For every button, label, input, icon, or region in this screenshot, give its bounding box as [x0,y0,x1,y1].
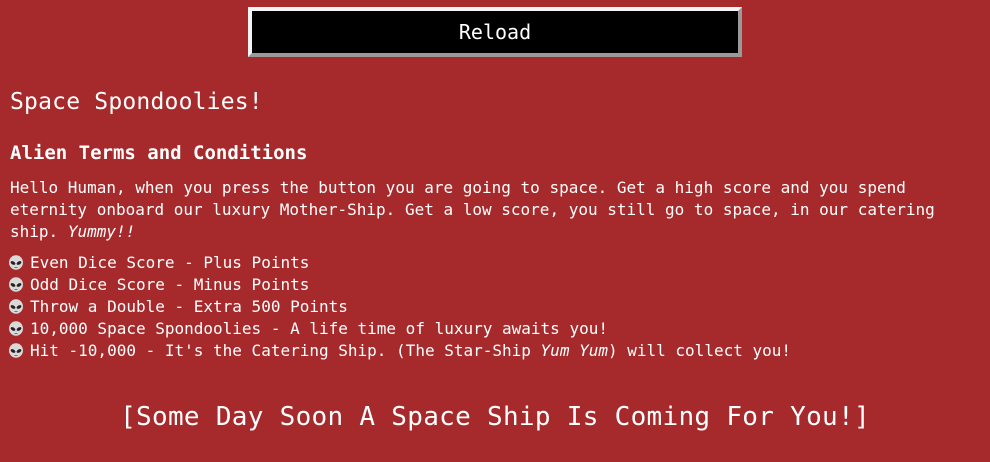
reload-button-label: Reload [458,20,532,44]
rule-item: Even Dice Score - Plus Points [8,252,791,274]
rule-text: Hit -10,000 - It's the Catering Ship. (T… [30,340,791,362]
rule-item: Throw a Double - Extra 500 Points [8,296,791,318]
page-title: Space Spondoolies! [10,89,263,115]
reload-button[interactable]: Reload [248,7,742,57]
rule-text-emphasis: Yum Yum [540,341,608,360]
rule-text-part: Hit -10,000 - It's the Catering Ship. (T… [30,341,541,360]
rule-item: Odd Dice Score - Minus Points [8,274,791,296]
rule-text: 10,000 Space Spondoolies - A life time o… [30,319,608,338]
rule-item: Hit -10,000 - It's the Catering Ship. (T… [8,340,791,362]
terms-intro-text: Hello Human, when you press the button y… [10,178,935,241]
rule-text: Odd Dice Score - Minus Points [30,275,310,294]
rules-list: Even Dice Score - Plus Points Odd Dice S… [8,252,791,362]
alien-icon [9,343,23,358]
alien-icon [9,277,23,292]
rule-text-part: ) will collect you! [607,341,792,360]
alien-icon [9,321,23,336]
rule-text: Even Dice Score - Plus Points [30,253,310,272]
terms-intro: Hello Human, when you press the button y… [10,177,970,243]
rule-text: Throw a Double - Extra 500 Points [30,297,348,316]
alien-icon [9,255,23,270]
terms-intro-emphasis: Yummy!! [67,222,136,241]
footer-message: [Some Day Soon A Space Ship Is Coming Fo… [120,402,870,432]
rule-item: 10,000 Space Spondoolies - A life time o… [8,318,791,340]
terms-heading: Alien Terms and Conditions [10,142,308,164]
alien-icon [9,299,23,314]
